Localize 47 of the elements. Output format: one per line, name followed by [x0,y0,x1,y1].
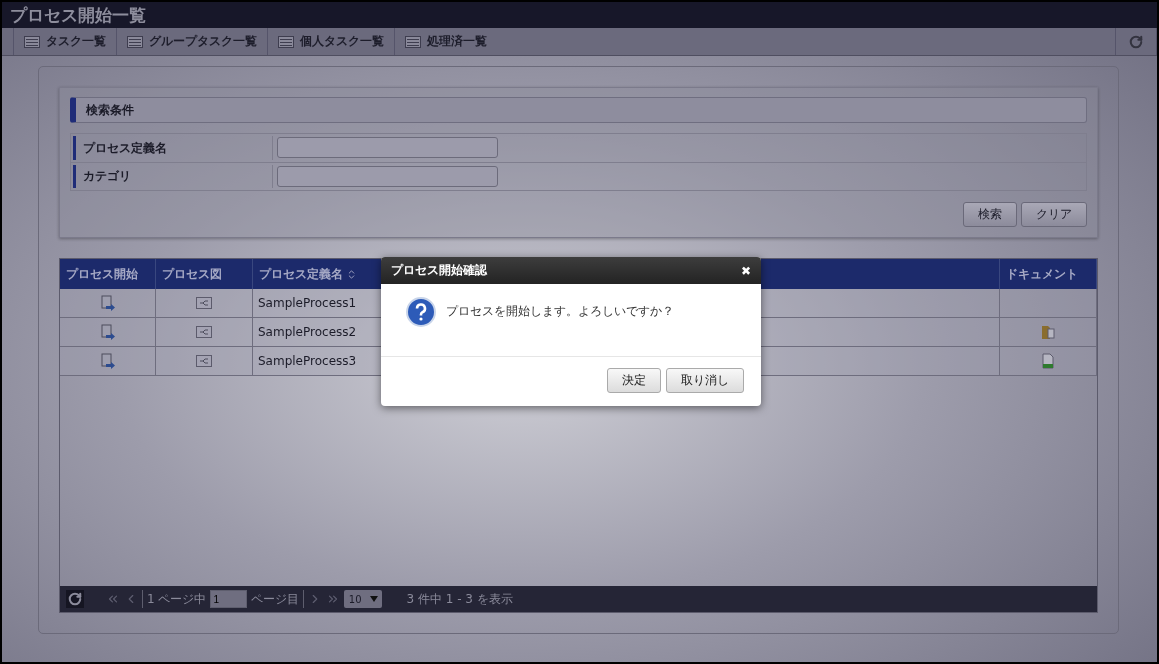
dialog-button[interactable]: 決定 [607,368,661,393]
list-icon [405,35,421,48]
page-input[interactable]: 1 [210,590,248,608]
caret-icon [370,596,379,602]
refresh-icon [1129,34,1143,49]
field-label: プロセス定義名 [73,136,273,160]
refresh-button[interactable] [1115,28,1157,55]
window-title: プロセス開始一覧 [10,3,146,27]
document-folder-icon[interactable] [1041,324,1055,340]
toolbar-tab[interactable]: グループタスク一覧 [116,28,267,55]
pager-text: ページ目 [251,590,300,608]
process-start-icon[interactable] [100,353,115,369]
field-label: カテゴリ [73,165,273,188]
close-button[interactable]: ✖ [741,263,751,278]
first-page-icon[interactable] [106,592,120,606]
diagram-icon[interactable] [196,297,212,309]
table-cell: SampleProcess1 [258,296,357,310]
list-icon [127,35,143,48]
list-icon [24,35,40,48]
column-header: プロセス開始 [60,259,156,289]
dialog-button[interactable]: 取り消し [666,368,744,393]
toolbar-tab[interactable]: タスク一覧 [13,28,116,55]
page-size-select[interactable]: 10 [344,590,383,608]
toolbar-tab[interactable]: 個人タスク一覧 [267,28,394,55]
diagram-icon[interactable] [196,326,212,338]
process-start-icon[interactable] [100,324,115,340]
toolbar-tab[interactable]: 処理済一覧 [394,28,497,55]
reload-button[interactable] [66,590,84,608]
pager-summary: 3 件中 1 - 3 を表示 [406,590,513,608]
input-field[interactable] [277,137,498,158]
pager-text: 1 ページ中 [147,590,207,608]
list-icon [278,35,294,48]
diagram-icon[interactable] [196,355,212,367]
sort-icon [346,268,357,280]
table-cell: SampleProcess2 [258,325,357,339]
search-panel-button[interactable]: クリア [1021,202,1087,227]
column-header: ドキュメント [1000,259,1097,289]
section-heading: 検索条件 [70,97,1087,123]
column-header: プロセス図 [156,259,253,289]
dialog-title: プロセス開始確認 [391,262,487,279]
dialog-message: プロセスを開始します。よろしいですか？ [446,303,674,320]
input-field[interactable] [277,166,498,187]
search-panel-button[interactable]: 検索 [963,202,1017,227]
process-start-icon[interactable] [100,295,115,311]
question-icon [406,297,436,327]
document-icon[interactable] [1042,353,1054,369]
table-cell: SampleProcess3 [258,354,357,368]
